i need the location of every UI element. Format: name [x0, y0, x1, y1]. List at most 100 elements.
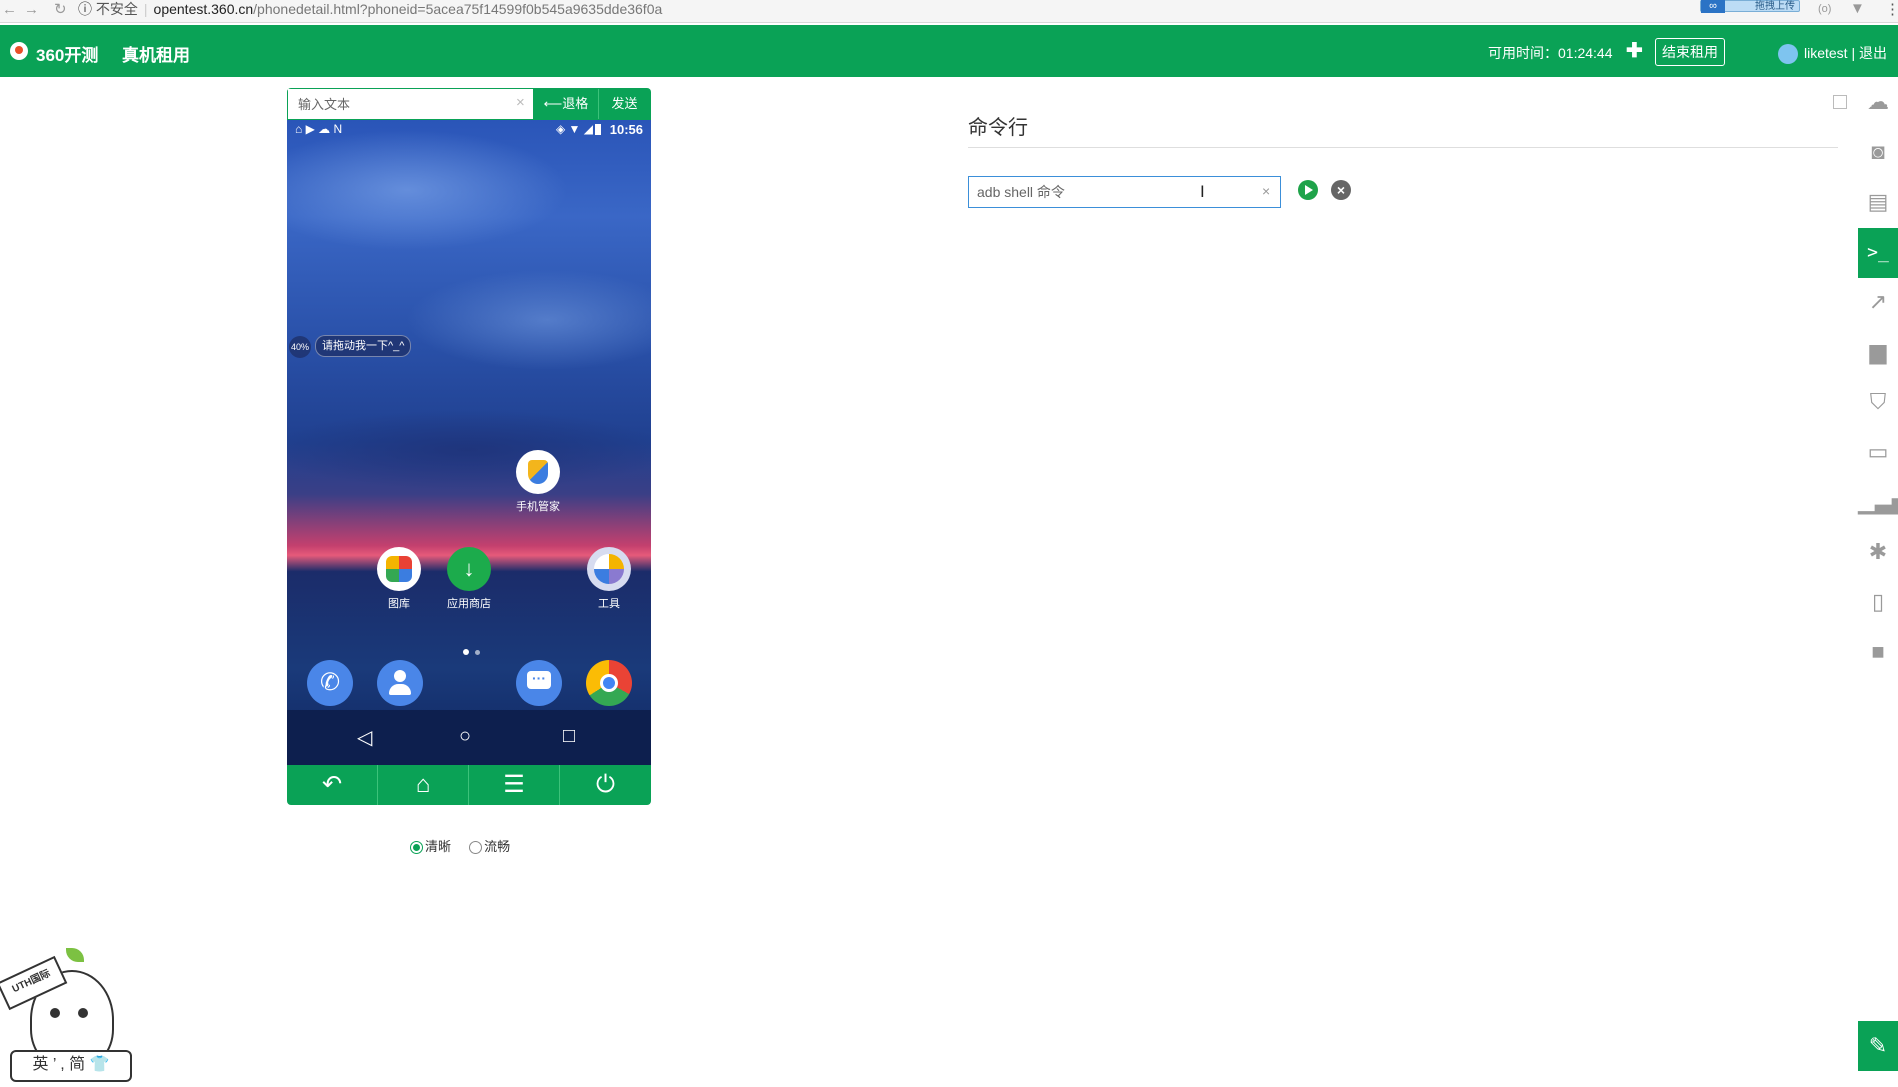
message-icon [516, 660, 562, 706]
security-label: 不安全 [95, 1, 138, 17]
run-command-button[interactable] [1298, 180, 1318, 200]
video-icon[interactable]: ■ [1858, 634, 1898, 670]
panel-title: 命令行 [968, 117, 1028, 139]
avatar [1778, 44, 1798, 64]
shield-icon [516, 450, 560, 494]
app-gallery[interactable]: 图库 [369, 547, 429, 611]
dock-messages[interactable] [516, 660, 562, 706]
notification-icons: ⌂ ▶ ☁ N [295, 122, 343, 136]
user-logout[interactable]: liketest | 退出 [1804, 43, 1887, 63]
radio-checked[interactable] [410, 841, 423, 854]
home-circle-icon[interactable]: ○ [459, 725, 471, 748]
back-icon[interactable]: ← [2, 1, 17, 19]
nav-item-rental[interactable]: 真机租用 [122, 41, 190, 66]
phone-control-bar: ↶ ⌂ ☰ ⏻ [287, 765, 651, 805]
battery-icon[interactable]: ▭ [1858, 434, 1898, 470]
back-triangle-icon[interactable]: ◁ [357, 725, 372, 750]
app-label: 应用商店 [447, 598, 491, 610]
upload-icon[interactable]: ☁ [1858, 84, 1898, 120]
collapse-icon[interactable] [1833, 95, 1847, 109]
clear-icon[interactable]: × [516, 94, 525, 111]
phone-screen[interactable]: ⌂ ▶ ☁ N ◈ ▼ ◢ 10:56 40% 请拖动我一下^_^ 手机管家 图… [287, 120, 651, 765]
phone-icon [307, 660, 353, 706]
status-time: 10:56 [609, 122, 643, 137]
cast-icon[interactable]: (o) [1818, 3, 1831, 15]
store-icon [447, 547, 491, 591]
signal-icon[interactable]: ▁▃▅ [1858, 484, 1898, 520]
shirt-icon[interactable]: 👕 [90, 1056, 110, 1073]
mascot-eye [50, 1008, 60, 1018]
reply-icon: ↶ [321, 771, 343, 798]
home-icon: ⌂ [415, 771, 431, 798]
app-store[interactable]: 应用商店 [439, 547, 499, 611]
terminal-icon[interactable]: >_ [1858, 228, 1898, 278]
bug-icon[interactable]: ✱ [1858, 534, 1898, 570]
reload-icon[interactable]: ↻ [54, 1, 67, 19]
page-indicator [463, 642, 486, 660]
mascot-widget[interactable]: UTH国际 英 ’ , 简 👕 [0, 948, 140, 1086]
brand-name[interactable]: 360开测 [36, 41, 98, 66]
radio-unchecked[interactable] [469, 841, 483, 854]
home-button[interactable]: ⌂ [378, 765, 469, 805]
url-path: /phonedetail.html?phoneid=5acea75f14599f… [253, 1, 663, 17]
app-label: 手机管家 [516, 501, 560, 513]
status-icons: ◈ ▼ ◢ [555, 122, 593, 136]
mobile-icon[interactable]: ▯ [1858, 584, 1898, 620]
vpn-icon[interactable]: ▼ [1850, 0, 1865, 17]
menu-button[interactable]: ☰ [469, 765, 560, 805]
dock-browser[interactable] [586, 660, 632, 706]
send-button[interactable]: 发送 [599, 89, 650, 119]
power-button[interactable]: ⏻ [560, 765, 651, 805]
clear-icon[interactable]: × [1262, 183, 1270, 199]
add-time-icon[interactable]: ✚ [1626, 38, 1643, 63]
address-bar[interactable]: ⓘ 不安全 | opentest.360.cn/phonedetail.html?p… [78, 0, 1678, 20]
tools-folder-icon [587, 547, 631, 591]
folder-icon[interactable]: ▆ [1858, 334, 1898, 370]
contacts-icon [377, 660, 423, 706]
battery-icon [595, 124, 601, 135]
quality-smooth-option[interactable]: 流畅 [469, 839, 510, 854]
forward-icon[interactable]: → [24, 1, 39, 19]
floating-hint[interactable]: 请拖动我一下^_^ [315, 335, 412, 357]
phone-text-input[interactable] [288, 89, 533, 119]
hamburger-icon: ☰ [503, 771, 525, 798]
recents-square-icon[interactable]: □ [563, 725, 575, 748]
quality-selector: 清晰 流畅 [410, 836, 510, 855]
url-host: opentest.360.cn [153, 1, 254, 17]
menu-icon[interactable]: ⋮ [1885, 0, 1898, 18]
html5-icon[interactable]: ⛉ [1858, 384, 1898, 420]
adb-command-input[interactable] [968, 176, 1281, 208]
info-icon[interactable]: ⓘ [78, 1, 92, 17]
document-icon[interactable]: ▤ [1858, 184, 1898, 220]
power-icon: ⏻ [596, 771, 615, 798]
site-header: 360开测 真机租用 可用时间：01:24:44 ✚ 结束租用 liketest… [0, 25, 1898, 77]
gallery-icon [377, 547, 421, 591]
dock-contacts[interactable] [377, 660, 423, 706]
extension-label: 拖拽上传 [1755, 1, 1795, 12]
app-phone-manager[interactable]: 手机管家 [508, 450, 568, 514]
ime-toolbar[interactable]: 英 ’ , 简 👕 [10, 1050, 132, 1082]
dock-phone[interactable] [307, 660, 353, 706]
mascot-eye [78, 1008, 88, 1018]
cancel-command-button[interactable]: × [1331, 180, 1351, 200]
end-rental-button[interactable]: 结束租用 [1655, 38, 1725, 66]
app-tools[interactable]: 工具 [579, 547, 639, 611]
floating-percent[interactable]: 40% [289, 336, 311, 358]
logo-icon[interactable] [10, 42, 28, 60]
chrome-icon [586, 660, 632, 706]
extension-button[interactable]: ∞ 拖拽上传 [1700, 0, 1800, 13]
app-label: 工具 [598, 598, 620, 610]
quality-clear-option[interactable]: 清晰 [410, 839, 451, 854]
divider [968, 147, 1838, 148]
edit-icon[interactable]: ✎ [1858, 1021, 1898, 1071]
chart-icon[interactable]: ↗ [1858, 284, 1898, 320]
app-label: 图库 [388, 598, 410, 610]
leaf-icon [66, 948, 84, 962]
android-nav-bar: ◁ ○ □ [287, 710, 651, 765]
backspace-button[interactable]: ⟵退格 [534, 89, 599, 119]
browser-toolbar: ← → ↻ ⓘ 不安全 | opentest.360.cn/phonedetail.… [0, 0, 1898, 23]
available-time: 可用时间：01:24:44 [1488, 45, 1613, 61]
back-button[interactable]: ↶ [287, 765, 378, 805]
text-cursor-icon: I [1200, 182, 1205, 201]
camera-icon[interactable]: ◙ [1858, 134, 1898, 170]
